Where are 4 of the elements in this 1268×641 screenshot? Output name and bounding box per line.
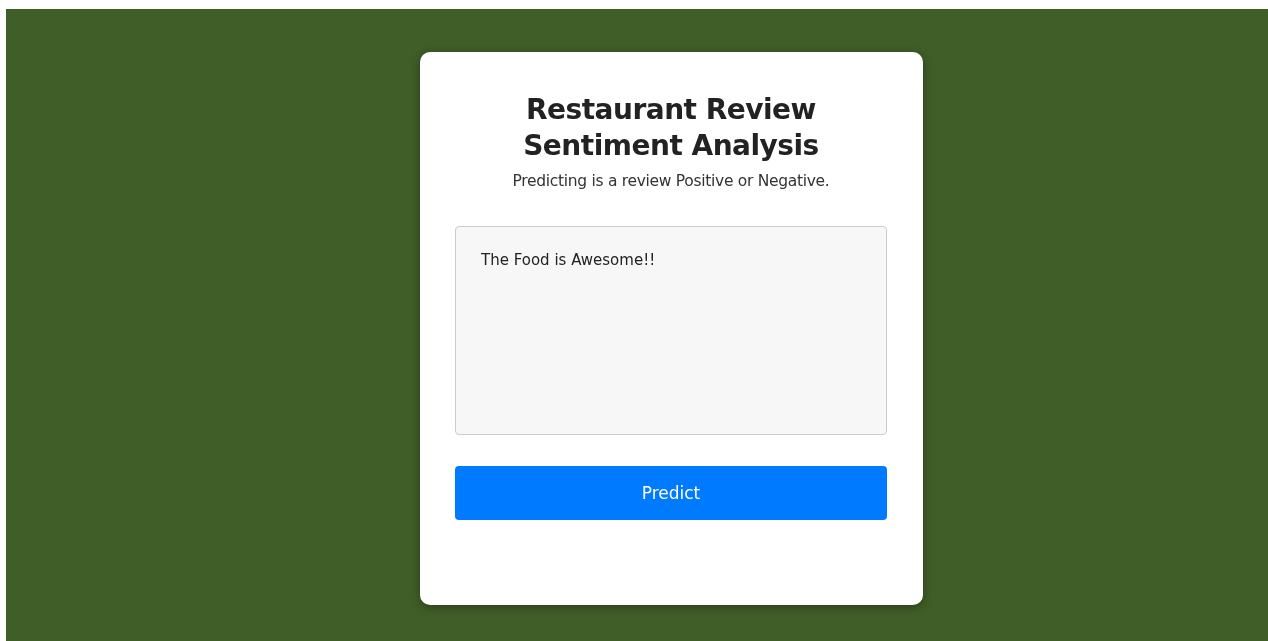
review-field[interactable]: The Food is Awesome!! bbox=[455, 226, 887, 435]
predict-button[interactable]: Predict bbox=[455, 466, 887, 520]
subtitle: Predicting is a review Positive or Negative. bbox=[512, 172, 830, 190]
page-title: Restaurant Review Sentiment Analysis bbox=[522, 92, 820, 164]
